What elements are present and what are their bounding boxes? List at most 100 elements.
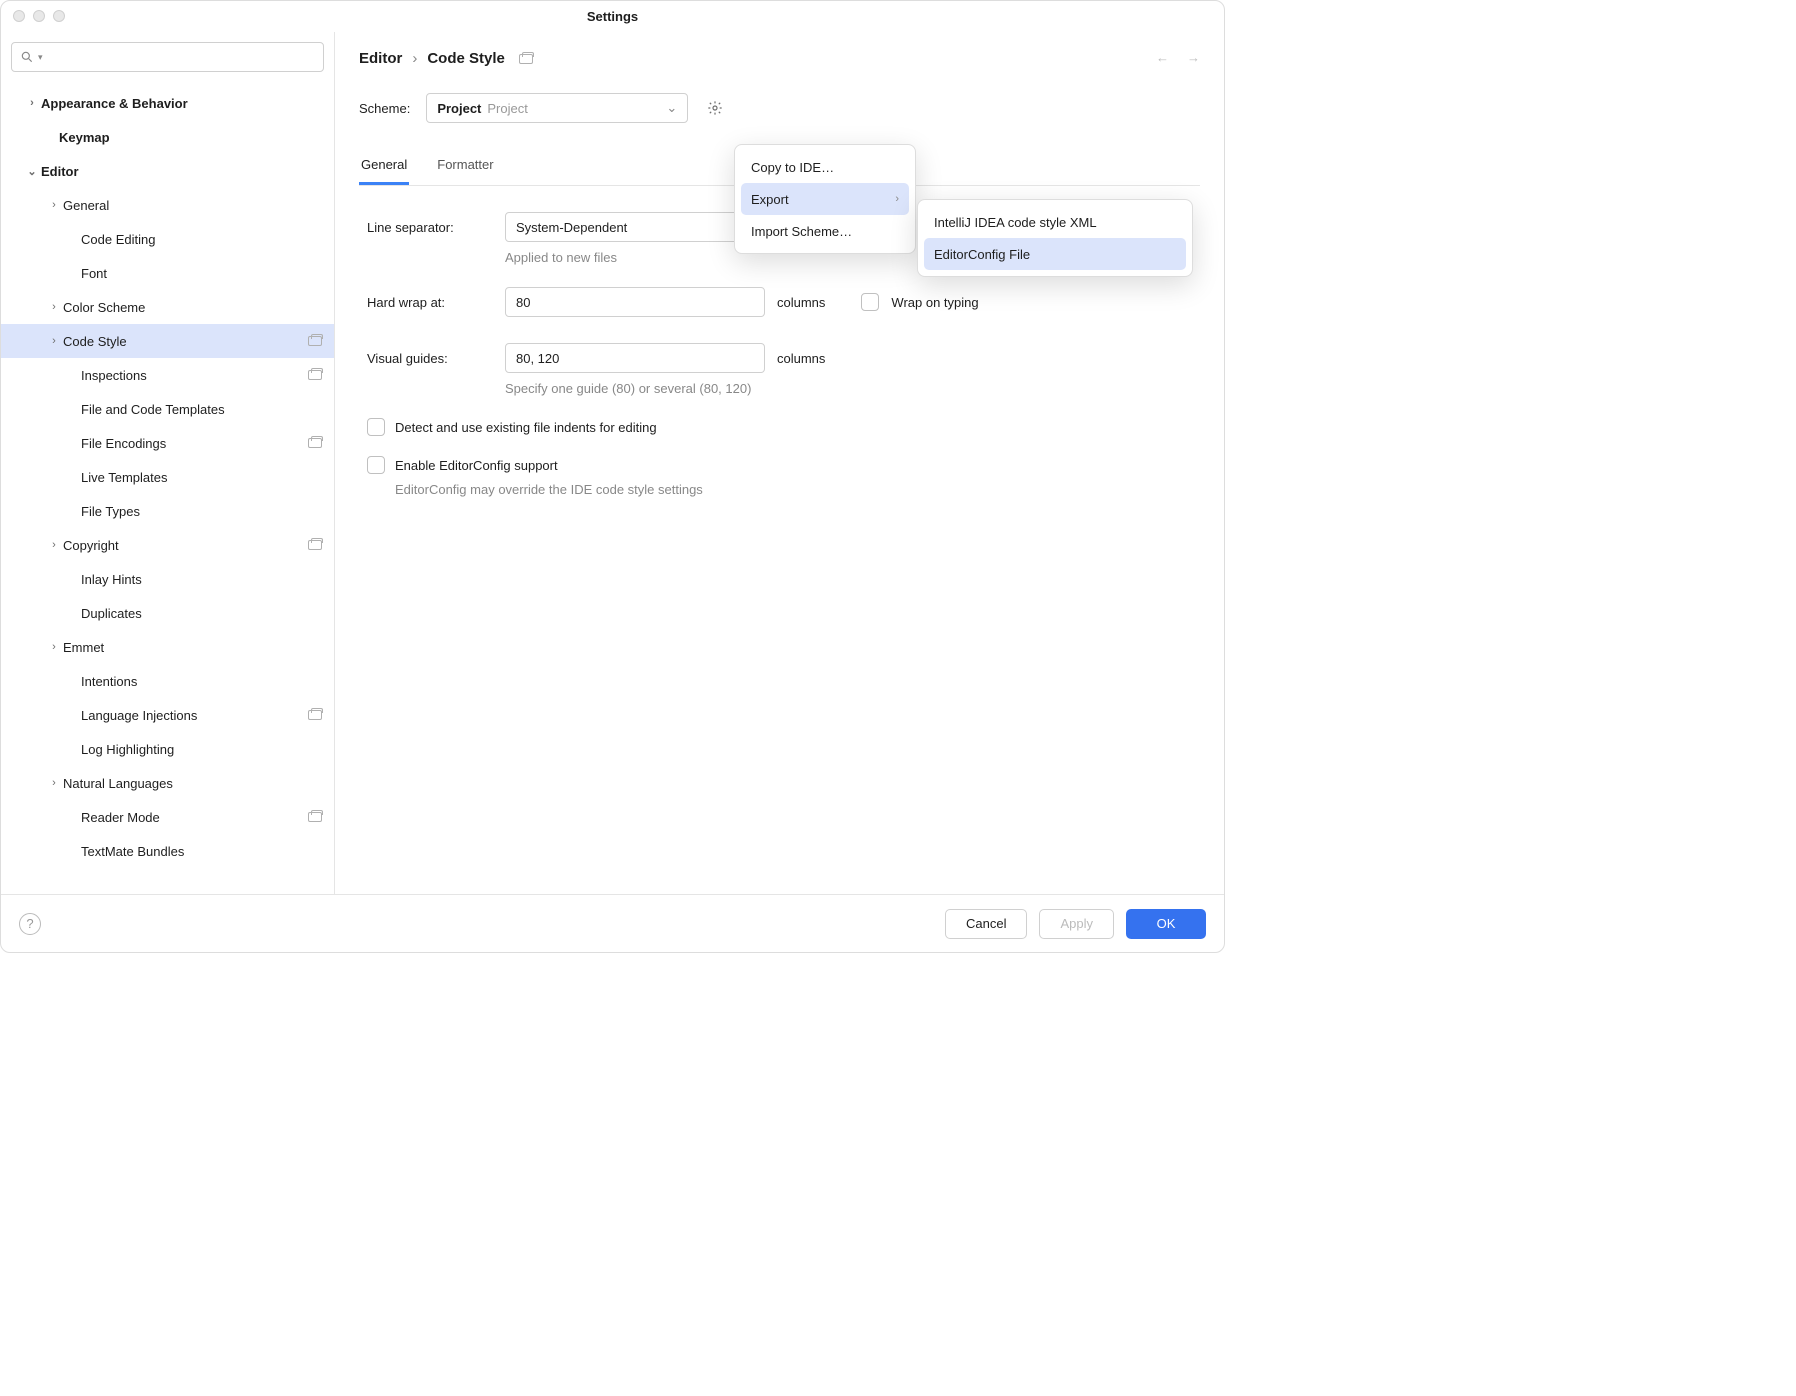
tree-item-label: Natural Languages xyxy=(63,776,322,791)
nav-back-icon[interactable]: ← xyxy=(1156,50,1169,65)
breadcrumb-editor[interactable]: Editor xyxy=(359,50,402,67)
project-scope-icon xyxy=(308,710,322,720)
tree-item-label: File Encodings xyxy=(81,436,308,451)
tree-item[interactable]: ›Appearance & Behavior xyxy=(1,86,334,120)
titlebar: Settings xyxy=(1,1,1224,31)
tree-item-label: Inlay Hints xyxy=(81,572,322,587)
tree-item[interactable]: ›Emmet xyxy=(1,630,334,664)
tree-item[interactable]: Language Injections xyxy=(1,698,334,732)
detect-indents-checkbox[interactable] xyxy=(367,418,385,436)
tree-item[interactable]: Font xyxy=(1,256,334,290)
tree-item[interactable]: Inlay Hints xyxy=(1,562,334,596)
tree-item[interactable]: ›Natural Languages xyxy=(1,766,334,800)
scheme-actions-button[interactable] xyxy=(704,97,726,119)
project-scope-icon xyxy=(308,540,322,550)
chevron-icon: ⌄ xyxy=(23,165,41,178)
gear-icon xyxy=(707,100,723,116)
menu-export-editorconfig[interactable]: EditorConfig File xyxy=(924,238,1186,270)
enable-editorconfig-label: Enable EditorConfig support xyxy=(395,458,558,473)
tree-item[interactable]: Code Editing xyxy=(1,222,334,256)
visual-guides-input[interactable]: 80, 120 xyxy=(505,343,765,373)
tree-item[interactable]: ›Code Style xyxy=(1,324,334,358)
search-icon xyxy=(20,50,34,64)
editorconfig-hint: EditorConfig may override the IDE code s… xyxy=(395,482,1192,497)
tree-item[interactable]: Intentions xyxy=(1,664,334,698)
tree-item-label: Inspections xyxy=(81,368,308,383)
menu-import-scheme[interactable]: Import Scheme… xyxy=(741,215,909,247)
breadcrumb-code-style: Code Style xyxy=(427,50,505,67)
tab-formatter[interactable]: Formatter xyxy=(435,151,495,185)
visual-guides-label: Visual guides: xyxy=(367,351,493,366)
tree-item-label: Intentions xyxy=(81,674,322,689)
scheme-menu: Copy to IDE… Export › Import Scheme… xyxy=(734,144,916,254)
wrap-on-typing-label: Wrap on typing xyxy=(891,295,978,310)
tree-item-label: Duplicates xyxy=(81,606,322,621)
project-scope-icon xyxy=(308,370,322,380)
tree-item-label: Log Highlighting xyxy=(81,742,322,757)
tree-item-label: File Types xyxy=(81,504,322,519)
tree-item[interactable]: Live Templates xyxy=(1,460,334,494)
menu-copy-to-ide[interactable]: Copy to IDE… xyxy=(741,151,909,183)
tree-item[interactable]: File Encodings xyxy=(1,426,334,460)
tree-item[interactable]: ›Copyright xyxy=(1,528,334,562)
tree-item-label: Appearance & Behavior xyxy=(41,96,322,111)
tree-item[interactable]: ⌄Editor xyxy=(1,154,334,188)
columns-label-2: columns xyxy=(777,351,825,366)
scheme-select[interactable]: Project Project ⌄ xyxy=(426,93,688,123)
tree-item[interactable]: Keymap xyxy=(1,120,334,154)
tree-item[interactable]: TextMate Bundles xyxy=(1,834,334,868)
popout-icon xyxy=(519,54,533,64)
tree-item[interactable]: Inspections xyxy=(1,358,334,392)
chevron-icon: › xyxy=(45,641,63,653)
export-submenu: IntelliJ IDEA code style XML EditorConfi… xyxy=(917,199,1193,277)
nav-forward-icon[interactable]: → xyxy=(1187,50,1200,65)
chevron-icon: › xyxy=(45,199,63,211)
line-separator-select[interactable]: System-Dependent xyxy=(505,212,765,242)
tree-item-label: Keymap xyxy=(59,130,322,145)
tree-item[interactable]: ›Color Scheme xyxy=(1,290,334,324)
enable-editorconfig-checkbox[interactable] xyxy=(367,456,385,474)
hard-wrap-label: Hard wrap at: xyxy=(367,295,493,310)
ok-button[interactable]: OK xyxy=(1126,909,1206,939)
tree-item-label: Copyright xyxy=(63,538,308,553)
apply-button[interactable]: Apply xyxy=(1039,909,1114,939)
tree-item-label: Emmet xyxy=(63,640,322,655)
tree-item-label: Font xyxy=(81,266,322,281)
project-scope-icon xyxy=(308,336,322,346)
cancel-button[interactable]: Cancel xyxy=(945,909,1027,939)
tree-item[interactable]: Reader Mode xyxy=(1,800,334,834)
tree-item-label: General xyxy=(63,198,322,213)
tree-item[interactable]: Log Highlighting xyxy=(1,732,334,766)
tree-item[interactable]: File and Code Templates xyxy=(1,392,334,426)
chevron-icon: › xyxy=(23,97,41,109)
tree-item[interactable]: Duplicates xyxy=(1,596,334,630)
project-scope-icon xyxy=(308,812,322,822)
tree-item-label: Live Templates xyxy=(81,470,322,485)
tree-item-label: Language Injections xyxy=(81,708,308,723)
search-input[interactable]: ▾ xyxy=(11,42,324,72)
window-title: Settings xyxy=(1,9,1224,24)
tree-item-label: Reader Mode xyxy=(81,810,308,825)
chevron-icon: › xyxy=(45,335,63,347)
tab-general[interactable]: General xyxy=(359,151,409,185)
settings-tree[interactable]: ›Appearance & BehaviorKeymap⌄Editor›Gene… xyxy=(1,82,334,894)
visual-guides-hint: Specify one guide (80) or several (80, 1… xyxy=(505,381,1192,396)
tree-item-label: Color Scheme xyxy=(63,300,322,315)
scheme-label: Scheme: xyxy=(359,101,410,116)
hard-wrap-input[interactable]: 80 xyxy=(505,287,765,317)
tree-item-label: Code Editing xyxy=(81,232,322,247)
wrap-on-typing-checkbox[interactable] xyxy=(861,293,879,311)
detect-indents-label: Detect and use existing file indents for… xyxy=(395,420,657,435)
menu-export-xml[interactable]: IntelliJ IDEA code style XML xyxy=(924,206,1186,238)
tree-item[interactable]: File Types xyxy=(1,494,334,528)
sidebar: ▾ ›Appearance & BehaviorKeymap⌄Editor›Ge… xyxy=(1,32,335,894)
tree-item-label: Code Style xyxy=(63,334,308,349)
line-separator-label: Line separator: xyxy=(367,220,493,235)
tree-item-label: Editor xyxy=(41,164,322,179)
menu-export[interactable]: Export › xyxy=(741,183,909,215)
tree-item-label: File and Code Templates xyxy=(81,402,322,417)
tree-item[interactable]: ›General xyxy=(1,188,334,222)
chevron-right-icon: › xyxy=(895,193,899,205)
dialog-footer: ? Cancel Apply OK xyxy=(1,894,1224,952)
help-button[interactable]: ? xyxy=(19,913,41,935)
